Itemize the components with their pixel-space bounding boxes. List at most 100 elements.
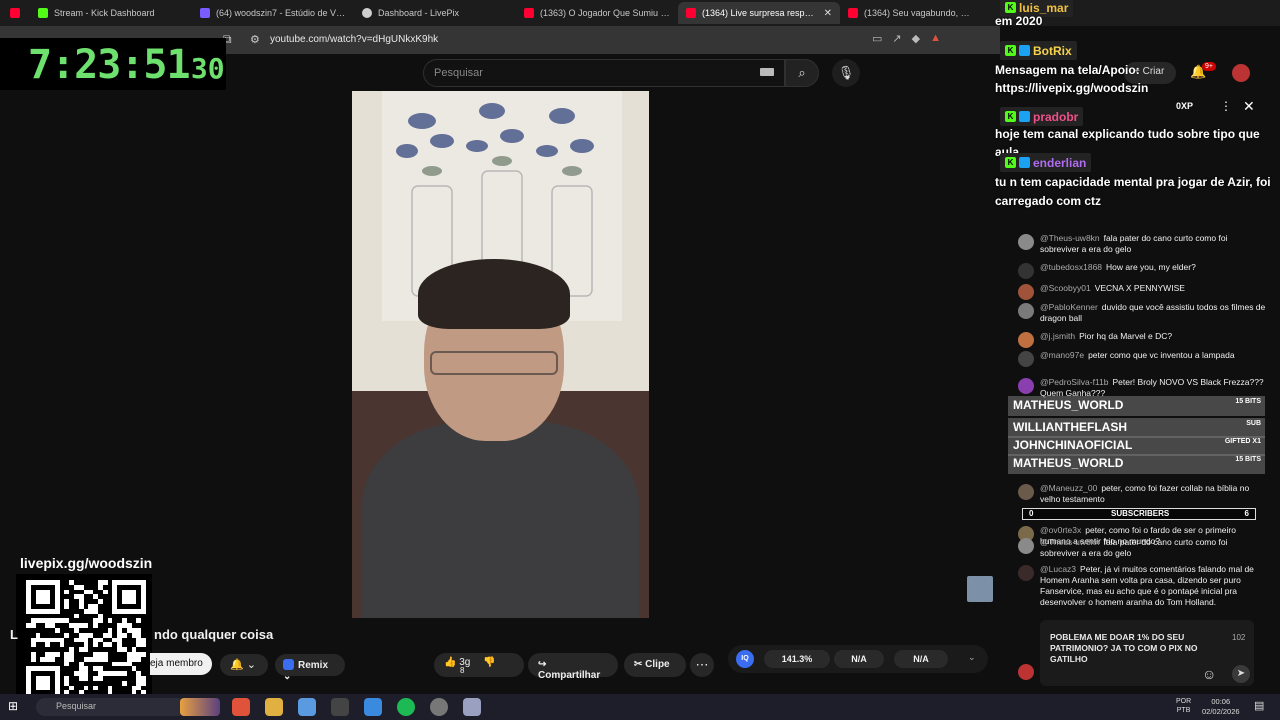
join-button[interactable]: eja membro — [150, 653, 212, 675]
chat-username[interactable]: @Scoobyy01 — [1040, 283, 1091, 293]
weather-widget-icon[interactable] — [180, 698, 220, 716]
browser-tab[interactable]: Dashboard - LivePix — [354, 2, 516, 24]
share-button[interactable]: ↪ Compartilhar — [528, 653, 618, 681]
clip-label: Clipe — [645, 659, 670, 670]
windows-start-icon[interactable]: ⊞ — [8, 699, 18, 713]
clip-button[interactable]: ✂ Clipe — [624, 653, 686, 677]
lang-label-2: PTB — [1176, 707, 1191, 714]
chat-input-text[interactable]: POBLEMA ME DOAR 1% DO SEU PATRIMONIO? JA… — [1050, 632, 1220, 665]
chat-message[interactable]: @Theus-uw8kn fala pater do cano curto com… — [1018, 537, 1268, 559]
url-field[interactable]: youtube.com/watch?v=dHgUNkxK9hk — [270, 34, 438, 45]
avatar — [1018, 538, 1034, 554]
search-input[interactable]: Pesquisar — [423, 59, 785, 87]
chat-username[interactable]: @Lucaz3 — [1040, 564, 1076, 574]
system-clock[interactable]: 00:06 02/02/2026 — [1202, 697, 1240, 717]
chat-username[interactable]: @tubedosx1868 — [1040, 262, 1102, 272]
share-icon[interactable]: ↗ — [892, 32, 901, 45]
browser-tab-active[interactable]: (1364) Live surpresa respondend ✕ — [678, 2, 840, 24]
avatar — [1018, 284, 1034, 300]
chat-username[interactable]: @j.jsmith — [1040, 331, 1075, 341]
language-indicator[interactable]: POR PTB — [1176, 697, 1191, 715]
send-button[interactable]: ➤ — [1232, 665, 1250, 683]
subscription-bell-button[interactable]: 🔔 ⌄ — [220, 654, 268, 676]
chat-message[interactable]: @Lucaz3 Peter, já vi muitos comentários f… — [1018, 564, 1268, 608]
brave-shield-icon[interactable]: ◆ — [912, 32, 920, 45]
browser-tab[interactable] — [4, 2, 30, 24]
overlay-chat-message: https://livepix.gg/woodszin — [995, 81, 1149, 95]
qr-module — [30, 642, 36, 648]
like-button[interactable]: 👍 3g 8 👎 — [434, 653, 524, 677]
goal-end: 6 — [1244, 509, 1249, 518]
chat-message[interactable]: @PabloKenner duvido que você assistiu tod… — [1018, 302, 1268, 324]
overlay-chat-name: K BotRix — [1000, 41, 1077, 60]
app-icon[interactable] — [298, 698, 316, 716]
qr-module — [69, 656, 74, 662]
chat-username[interactable]: @Theus-uw8kn — [1040, 233, 1100, 243]
search-button[interactable]: ⌕ — [785, 59, 819, 87]
stats-logo[interactable]: IQ — [736, 650, 754, 668]
site-info-icon[interactable]: ⚙ — [250, 33, 260, 46]
chat-message[interactable]: @j.jsmith Pior hq da Marvel e DC? — [1018, 331, 1268, 348]
browser-tab[interactable]: (1364) Seu vagabundo, covarde, la — [840, 2, 980, 24]
avatar[interactable] — [1232, 64, 1250, 82]
qr-module — [64, 632, 70, 638]
more-actions-button[interactable]: ⋯ — [690, 653, 714, 677]
chat-username[interactable]: @Theus-uw8kn — [1040, 537, 1100, 547]
chat-message[interactable]: @Theus-uw8kn fala pater do cano curto com… — [1018, 233, 1268, 255]
taskbar-search-label: Pesquisar — [56, 701, 97, 711]
tab-title: (1364) Live surpresa respondend — [702, 8, 818, 18]
qr-module — [59, 642, 65, 648]
chat-username[interactable]: @ov0rte3x — [1040, 525, 1081, 535]
youtube-icon — [686, 8, 696, 18]
notification-center-icon[interactable]: ▤ — [1254, 699, 1264, 712]
qr-module — [83, 623, 89, 628]
livepix-icon — [362, 8, 372, 18]
obs-icon[interactable] — [430, 698, 448, 716]
video-player[interactable] — [352, 91, 649, 618]
char-counter: 102 — [1232, 633, 1246, 642]
voice-search-button[interactable]: 🎙 — [832, 59, 860, 87]
brave-browser-icon[interactable] — [232, 698, 250, 716]
kebab-menu-icon[interactable]: ⋮ — [1220, 99, 1232, 113]
remix-button[interactable]: Remix ⌄ — [275, 654, 345, 682]
drive-icon[interactable] — [364, 698, 382, 716]
chat-message-body: @tubedosx1868 How are you, my elder? — [1040, 262, 1196, 279]
browser-tab[interactable]: Stream - Kick Dashboard — [30, 2, 192, 24]
stat-value: N/A — [894, 650, 948, 668]
app-icon[interactable] — [463, 698, 481, 716]
chat-text: Pior hq da Marvel e DC? — [1079, 331, 1173, 341]
chat-message[interactable]: @Maneuzz_00 peter, como foi fazer collab … — [1018, 483, 1268, 505]
qr-module — [45, 599, 50, 604]
channel-avatar-thumbnail[interactable] — [967, 576, 993, 602]
file-explorer-icon[interactable] — [265, 698, 283, 716]
spotify-icon[interactable] — [397, 698, 415, 716]
chat-message[interactable]: @tubedosx1868 How are you, my elder? — [1018, 262, 1268, 279]
chat-message[interactable]: @mano97e peter como que vc inventou a lam… — [1018, 350, 1268, 367]
capcut-icon[interactable] — [331, 698, 349, 716]
emoji-icon[interactable]: ☺ — [1202, 666, 1216, 682]
qr-module — [54, 652, 60, 657]
chat-username[interactable]: @PabloKenner — [1040, 302, 1098, 312]
browser-tab[interactable]: (64) woodszin7 - Estúdio de Vídeo - T — [192, 2, 354, 24]
rewards-icon[interactable]: ▲ — [930, 32, 941, 45]
browser-tab[interactable]: (1363) O Jogador Que Sumiu da Real — [516, 2, 678, 24]
qr-module — [141, 652, 146, 657]
cast-icon[interactable]: ▭ — [872, 32, 882, 45]
chat-username[interactable]: @Maneuzz_00 — [1040, 483, 1097, 493]
scissors-icon: ✂ — [634, 659, 643, 670]
avatar — [1018, 263, 1034, 279]
qr-module — [98, 618, 103, 624]
chevron-down-icon[interactable]: ⌄ — [968, 652, 976, 663]
avatar — [1018, 332, 1034, 348]
overlay-chat-name: Kpradobr — [1000, 107, 1084, 126]
livepix-link: livepix.gg/woodszin — [20, 555, 153, 571]
close-icon[interactable]: ✕ — [1243, 98, 1255, 115]
thumbs-down-icon[interactable]: 👎 — [483, 657, 495, 668]
close-tab-icon[interactable]: ✕ — [824, 8, 832, 19]
chat-message[interactable]: @Scoobyy01 VECNA X PENNYWISE — [1018, 283, 1268, 300]
event-tag: 15 BITS — [1235, 456, 1261, 463]
taskbar-search[interactable]: Pesquisar — [36, 698, 186, 716]
chat-username[interactable]: @PedroSilva-f11b — [1040, 377, 1108, 387]
chat-username[interactable]: @mano97e — [1040, 350, 1084, 360]
keyboard-icon[interactable] — [760, 68, 774, 76]
